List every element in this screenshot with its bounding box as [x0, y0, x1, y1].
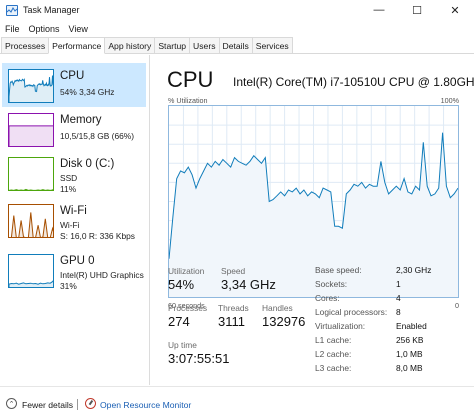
- tab-bar: Processes Performance App history Startu…: [0, 37, 474, 54]
- spec-value: Enabled: [396, 321, 427, 331]
- window-controls: — ☐ ✕: [360, 0, 474, 20]
- utilization-label: Utilization: [168, 266, 205, 276]
- sidebar-item-subtitle: 11%: [60, 184, 77, 194]
- spec-label: L2 cache:: [315, 349, 352, 359]
- disk-thumbnail-graph: [8, 157, 54, 191]
- title-bar: Task Manager — ☐ ✕: [0, 0, 474, 20]
- cpu-thumbnail-area: [9, 75, 53, 102]
- x-axis-right-label: 0: [455, 301, 459, 310]
- wifi-thumbnail-svg: [10, 212, 53, 237]
- sidebar-item-subtitle: S: 16,0 R: 336 Kbps: [60, 231, 135, 241]
- sidebar-item-subtitle: 31%: [60, 281, 77, 291]
- sidebar-item-title: Wi-Fi: [60, 205, 87, 217]
- window-title: Task Manager: [23, 5, 80, 15]
- menu-bar: File Options View: [0, 20, 474, 37]
- chevron-up-icon[interactable]: ⌃: [6, 398, 17, 409]
- cpu-thumbnail-svg: [9, 75, 53, 102]
- speed-value: 3,34 GHz: [221, 277, 276, 292]
- sidebar-item-title: CPU: [60, 70, 85, 82]
- sidebar-item-subtitle: 54% 3,34 GHz: [60, 87, 115, 97]
- spec-label: Logical processors:: [315, 307, 388, 317]
- spec-label: Sockets:: [315, 279, 348, 289]
- menu-file[interactable]: File: [5, 24, 20, 34]
- page-title: CPU: [167, 67, 214, 92]
- maximize-button[interactable]: ☐: [398, 0, 436, 20]
- spec-value: 4: [396, 293, 401, 303]
- sidebar-item-subtitle: Wi-Fi: [60, 220, 80, 230]
- task-manager-app-icon: [6, 4, 18, 16]
- spec-label: L1 cache:: [315, 335, 352, 345]
- spec-label: Virtualization:: [315, 321, 366, 331]
- tab-details[interactable]: Details: [218, 37, 253, 53]
- sidebar-item-memory[interactable]: Memory 10,5/15,8 GB (66%): [2, 107, 146, 151]
- sidebar-item-title: Disk 0 (C:): [60, 158, 115, 170]
- spec-value: 256 KB: [396, 335, 424, 345]
- spec-value: 8: [396, 307, 401, 317]
- threads-value: 3111: [218, 314, 245, 329]
- processes-label: Processes: [168, 303, 208, 313]
- cpu-thumbnail-graph: [8, 69, 54, 103]
- sidebar-item-wifi[interactable]: Wi-Fi Wi-Fi S: 16,0 R: 336 Kbps: [2, 198, 146, 242]
- open-resource-monitor-link[interactable]: Open Resource Monitor: [100, 400, 191, 410]
- handles-value: 132976: [262, 314, 306, 329]
- sidebar-item-title: Memory: [60, 114, 102, 126]
- sidebar-item-subtitle: Intel(R) UHD Graphics: [60, 270, 144, 280]
- speed-label: Speed: [221, 266, 246, 276]
- utilization-value: 54%: [168, 277, 195, 292]
- menu-view[interactable]: View: [69, 24, 88, 34]
- tab-performance[interactable]: Performance: [48, 37, 106, 54]
- tab-startup[interactable]: Startup: [154, 37, 191, 53]
- sidebar-item-subtitle: 10,5/15,8 GB (66%): [60, 131, 135, 141]
- gpu-thumbnail-svg: [9, 280, 53, 287]
- spec-value: 1: [396, 279, 401, 289]
- gpu-thumbnail-graph: [8, 254, 54, 288]
- close-button[interactable]: ✕: [436, 0, 474, 20]
- spec-value: 2,30 GHz: [396, 265, 432, 275]
- footer-divider: [77, 399, 78, 410]
- menu-options[interactable]: Options: [29, 24, 60, 34]
- wifi-thumbnail-area: [10, 212, 53, 237]
- y-axis-max-label: 100%: [440, 96, 459, 105]
- fewer-details-link[interactable]: Fewer details: [22, 400, 73, 410]
- sidebar-item-title: GPU 0: [60, 255, 95, 267]
- resource-monitor-icon[interactable]: [85, 398, 96, 409]
- disk-thumbnail-svg: [9, 188, 53, 190]
- tab-users[interactable]: Users: [189, 37, 220, 53]
- memory-thumbnail-graph: [8, 113, 54, 147]
- disk-thumbnail-area: [9, 188, 53, 190]
- cpu-detail-panel: CPU Intel(R) Core(TM) i7-10510U CPU @ 1.…: [151, 55, 474, 385]
- spec-label: L3 cache:: [315, 363, 352, 373]
- spec-label: Base speed:: [315, 265, 362, 275]
- footer-bar: ⌃ Fewer details Open Resource Monitor: [0, 386, 474, 420]
- handles-label: Handles: [262, 303, 293, 313]
- sidebar-item-disk[interactable]: Disk 0 (C:) SSD 11%: [2, 151, 146, 195]
- minimize-button[interactable]: —: [360, 0, 398, 20]
- cpu-model-name: Intel(R) Core(TM) i7-10510U CPU @ 1.80GH…: [233, 75, 474, 89]
- sidebar-item-gpu[interactable]: GPU 0 Intel(R) UHD Graphics 31%: [2, 248, 146, 292]
- wifi-thumbnail-graph: [8, 204, 54, 238]
- gpu-thumbnail-area: [9, 280, 53, 287]
- sidebar-item-subtitle: SSD: [60, 173, 78, 183]
- uptime-value: 3:07:55:51: [168, 351, 230, 366]
- spec-label: Cores:: [315, 293, 340, 303]
- processes-value: 274: [168, 314, 190, 329]
- sidebar-item-cpu[interactable]: CPU 54% 3,34 GHz: [2, 63, 146, 107]
- spec-value: 1,0 MB: [396, 349, 423, 359]
- uptime-label: Up time: [168, 340, 197, 350]
- memory-thumbnail-area: [9, 125, 53, 146]
- y-axis-label: % Utilization: [168, 96, 208, 105]
- tab-app-history[interactable]: App history: [104, 37, 156, 53]
- performance-sidebar: CPU 54% 3,34 GHz Memory 10,5/15,8 GB (66…: [0, 55, 150, 385]
- memory-thumbnail-svg: [9, 125, 53, 146]
- threads-label: Threads: [218, 303, 249, 313]
- tab-services[interactable]: Services: [251, 37, 293, 53]
- tab-processes[interactable]: Processes: [1, 37, 50, 53]
- spec-value: 8,0 MB: [396, 363, 423, 373]
